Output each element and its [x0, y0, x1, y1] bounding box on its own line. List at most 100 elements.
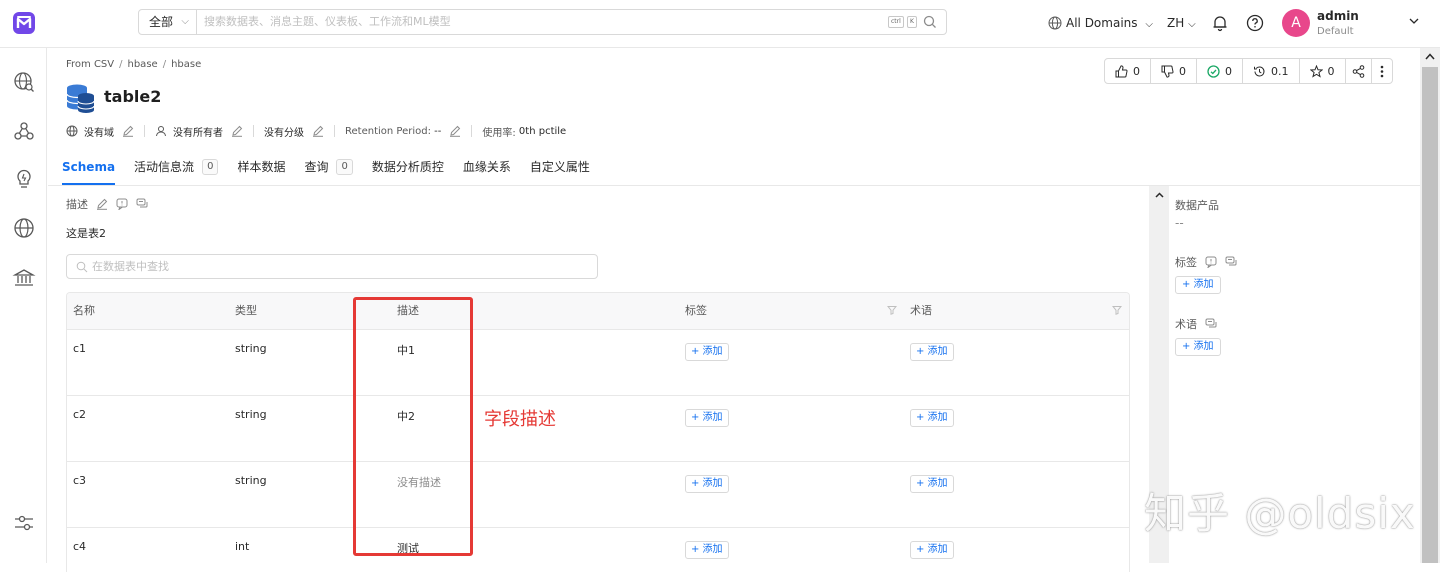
table-row: c1 string 中1 + 添加 + 添加 — [67, 330, 1129, 396]
tab-schema[interactable]: Schema — [62, 154, 116, 185]
tab-custom-properties[interactable]: 自定义属性 — [530, 154, 590, 180]
add-tag-button[interactable]: + 添加 — [685, 343, 729, 361]
version-value: 0.1 — [1271, 64, 1289, 78]
chevron-up-icon[interactable] — [1425, 53, 1435, 60]
glossary-filter-icon[interactable] — [1112, 305, 1122, 315]
divider — [144, 125, 145, 137]
add-tag-button[interactable]: + 添加 — [685, 475, 729, 493]
page-title: table2 — [104, 87, 162, 106]
column-name[interactable]: c4 — [73, 540, 86, 553]
column-name[interactable]: c1 — [73, 342, 86, 355]
request-description-icon[interactable] — [116, 198, 128, 210]
tab-label: 样本数据 — [237, 160, 286, 174]
add-tag-button[interactable]: + 添加 — [685, 541, 729, 559]
entity-tabs: Schema 活动信息流 0 样本数据 查询 0 数据分析质控 血缘关系 自定义属性 — [62, 154, 609, 186]
chevron-down-icon[interactable] — [1408, 15, 1420, 27]
tab-sample-data[interactable]: 样本数据 — [237, 154, 285, 180]
avatar[interactable]: A — [1282, 9, 1310, 37]
column-search-input[interactable]: 在数据表中查找 — [66, 254, 598, 279]
retention-label: Retention Period: — [345, 125, 431, 137]
domain-selector[interactable]: All Domains ⌵ — [1048, 14, 1153, 32]
request-tags-icon[interactable] — [1205, 256, 1217, 268]
more-options-button[interactable] — [1372, 59, 1392, 83]
thumbs-down-icon — [1161, 65, 1174, 78]
add-glossary-term-button[interactable]: + 添加 — [910, 343, 954, 361]
sidebar — [0, 48, 47, 563]
edit-owner-icon[interactable] — [231, 125, 243, 137]
breadcrumb-item[interactable]: hbase — [171, 59, 201, 70]
column-name[interactable]: c2 — [73, 408, 86, 421]
tier-value: 没有分级 — [264, 127, 304, 139]
observability-icon[interactable] — [12, 120, 36, 144]
tab-queries[interactable]: 查询 0 — [304, 154, 353, 180]
domain-value: 没有域 — [84, 127, 114, 139]
language-selector[interactable]: ZH ⌵ — [1167, 14, 1196, 34]
search-icon[interactable] — [922, 14, 938, 30]
add-tag-button[interactable]: + 添加 — [685, 409, 729, 427]
help-icon[interactable] — [1246, 14, 1264, 32]
column-name[interactable]: c3 — [73, 474, 86, 487]
conversation-icon[interactable] — [1225, 256, 1237, 268]
insights-icon[interactable] — [12, 167, 36, 191]
breadcrumb-separator: / — [162, 59, 167, 70]
edit-retention-icon[interactable] — [449, 125, 461, 137]
star-icon — [1309, 64, 1323, 78]
tasks-button[interactable]: 0 — [1197, 59, 1243, 83]
tab-profiler[interactable]: 数据分析质控 — [372, 154, 444, 180]
tab-label: 查询 — [304, 160, 329, 174]
follow-count: 0 — [1327, 64, 1335, 78]
add-tag-button[interactable]: + 添加 — [1175, 276, 1221, 294]
add-glossary-term-button[interactable]: + 添加 — [910, 475, 954, 493]
tab-lineage[interactable]: 血缘关系 — [463, 154, 511, 180]
chevron-down-icon: ⌵ — [1145, 19, 1153, 30]
edit-domain-icon[interactable] — [122, 125, 134, 137]
column-header-glossary: 术语 — [910, 304, 932, 317]
governance-icon[interactable] — [12, 266, 36, 290]
global-search[interactable]: 全部 ⌵ 搜索数据表、消息主题、仪表板、工作流和ML模型 ctrl K — [138, 9, 947, 35]
shortcut-ctrl-key: ctrl — [888, 16, 904, 28]
breadcrumb-item[interactable]: From CSV — [66, 59, 114, 70]
table-header: 名称 类型 描述 标签 术语 — [67, 293, 1129, 330]
search-input[interactable]: 搜索数据表、消息主题、仪表板、工作流和ML模型 — [204, 10, 451, 34]
globe-icon — [66, 125, 78, 137]
share-button[interactable] — [1346, 59, 1372, 83]
breadcrumb-separator: / — [119, 59, 123, 70]
add-glossary-term-button[interactable]: + 添加 — [910, 409, 954, 427]
conversation-icon[interactable] — [136, 198, 148, 210]
globe-icon — [1048, 16, 1062, 30]
settings-icon[interactable] — [12, 511, 36, 535]
follow-button[interactable]: 0 — [1300, 59, 1346, 83]
description-text: 这是表2 — [66, 227, 106, 240]
edit-tier-icon[interactable] — [312, 125, 324, 137]
table-row: c2 string 中2 + 添加 + 添加 — [67, 396, 1129, 462]
retention-value: -- — [434, 125, 442, 137]
chevron-up-icon[interactable] — [1155, 192, 1164, 198]
chevron-down-icon: ⌵ — [181, 16, 189, 27]
tags-filter-icon[interactable] — [887, 305, 897, 315]
usage-field: 使用率: 0th pctile — [482, 124, 566, 139]
data-products-value: -- — [1175, 216, 1184, 230]
usage-label: 使用率: — [482, 127, 516, 139]
app-logo-icon[interactable] — [12, 11, 36, 35]
divider — [334, 125, 335, 137]
column-type: string — [235, 342, 267, 355]
edit-description-icon[interactable] — [96, 198, 108, 210]
add-glossary-term-button[interactable]: + 添加 — [1175, 338, 1221, 356]
add-glossary-term-button[interactable]: + 添加 — [910, 541, 954, 559]
downvote-button[interactable]: 0 — [1151, 59, 1197, 83]
search-scope-select[interactable]: 全部 ⌵ — [139, 10, 197, 34]
tab-activity-feed[interactable]: 活动信息流 0 — [134, 154, 219, 180]
bell-icon[interactable] — [1211, 14, 1229, 32]
breadcrumb-item[interactable]: hbase — [128, 59, 158, 70]
upvote-button[interactable]: 0 — [1105, 59, 1151, 83]
history-icon — [1254, 65, 1265, 76]
owner-field: 没有所有者 — [155, 124, 243, 139]
conversation-icon[interactable] — [1205, 318, 1217, 330]
page-scrollbar[interactable] — [1420, 48, 1440, 563]
version-button[interactable]: 0.1 — [1243, 59, 1300, 83]
user-name[interactable]: admin — [1317, 9, 1359, 23]
scrollbar-thumb[interactable] — [1422, 67, 1438, 563]
tasks-count: 0 — [1225, 64, 1232, 78]
explore-icon[interactable] — [12, 70, 36, 94]
domains-icon[interactable] — [12, 216, 36, 240]
